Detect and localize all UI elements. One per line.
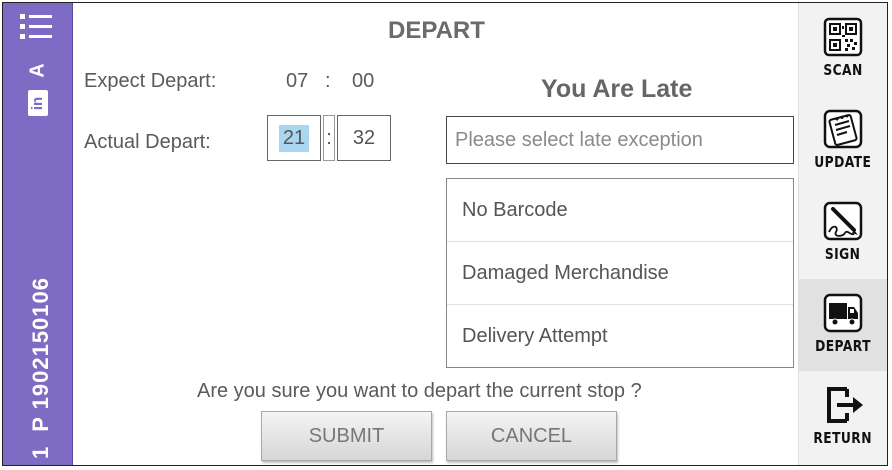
sign-button[interactable]: SIGN [799,187,887,279]
pen-sign-icon [823,201,863,241]
actual-minute-field[interactable]: 32 [337,115,391,161]
page-title: DEPART [388,17,485,44]
sidebar-status: A in [26,59,49,116]
actual-hour-field[interactable]: 21 [267,115,321,161]
truck-icon [823,293,863,333]
actual-minute-value: 32 [352,126,376,149]
qr-code-icon [823,17,863,57]
depart-screen: A in 1 P 1902150106 DEPART Expect Depart… [2,2,888,466]
depart-button[interactable]: DEPART [799,279,887,371]
clipboard-edit-icon [823,109,863,149]
in-badge: in [28,90,48,116]
expect-separator: : [325,70,331,92]
actual-hour-value: 21 [278,124,310,152]
left-sidebar: A in 1 P 1902150106 [3,3,73,465]
confirm-text: Are you sure you want to depart the curr… [197,380,642,402]
return-button[interactable]: RETURN [799,371,887,463]
list-menu-icon[interactable] [19,11,53,43]
exit-arrow-icon [827,387,863,423]
late-exception-input[interactable] [446,116,794,164]
update-label: UPDATE [814,153,872,171]
depart-label: DEPART [815,337,871,355]
expect-minute: 00 [352,70,375,92]
scan-button[interactable]: SCAN [799,3,887,95]
expect-depart-label: Expect Depart: [84,70,217,92]
cancel-button[interactable]: CANCEL [446,411,617,461]
exception-option-damaged-merchandise[interactable]: Damaged Merchandise [447,242,793,305]
late-warning: You Are Late [541,75,693,103]
exception-option-no-barcode[interactable]: No Barcode [447,179,793,242]
route-code: P 1902150106 [28,277,53,432]
update-button[interactable]: UPDATE [799,95,887,187]
action-bar: SCAN UPDATE SIGN DEPART RETURN [798,3,887,465]
late-exception-list: No Barcode Damaged Merchandise Delivery … [446,178,794,368]
status-letter: A [26,63,49,78]
sign-label: SIGN [825,245,861,263]
actual-depart-label: Actual Depart: [84,131,211,153]
route-info: 1 P 1902150106 [28,277,54,459]
actual-separator: : [323,115,335,161]
return-label: RETURN [813,429,873,447]
scan-label: SCAN [823,61,863,79]
stop-number: 1 [28,445,53,459]
exception-option-delivery-attempt[interactable]: Delivery Attempt [447,305,793,368]
submit-button[interactable]: SUBMIT [261,411,432,461]
expect-hour: 07 [286,70,309,92]
